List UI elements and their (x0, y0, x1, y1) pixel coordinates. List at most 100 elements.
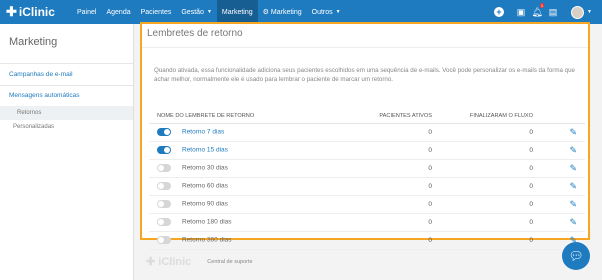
finished-flow-cell: 0 (432, 141, 533, 160)
nav-gestao[interactable]: Gestão ▼ (176, 0, 217, 24)
table-row: Retorno 7 dias 0 0 ✎ (149, 123, 585, 142)
top-navbar: ✚ iClinic Painel Agenda Pacientes Gestão… (0, 0, 602, 24)
edit-cell: ✎ (533, 123, 585, 142)
finished-flow-cell: 0 (432, 123, 533, 142)
pencil-icon[interactable]: ✎ (569, 127, 577, 137)
reminder-toggle[interactable] (157, 146, 171, 154)
pencil-icon[interactable]: ✎ (569, 163, 577, 173)
edit-cell: ✎ (533, 195, 585, 214)
brand-logo[interactable]: ✚ iClinic (6, 4, 72, 20)
reminder-name[interactable]: Retorno 30 dias (182, 165, 228, 172)
column-header-active: PACIENTES ATIVOS (345, 110, 432, 124)
reminder-name[interactable]: Retorno 90 dias (182, 201, 228, 208)
nav-marketing[interactable]: Marketing (216, 0, 258, 24)
reminder-name-cell[interactable]: Retorno 7 dias (149, 123, 345, 142)
chat-bubble-icon: 💬︎ (568, 249, 584, 263)
table-row: Retorno 360 dias 0 0 ✎ (149, 231, 585, 250)
chat-icon: ▤ (548, 6, 558, 17)
chevron-down-icon: ▼ (206, 9, 212, 15)
gift-button[interactable]: ▣ (513, 0, 529, 24)
reminder-name-cell[interactable]: Retorno 360 dias (149, 231, 345, 250)
sidebar-item-email-campaigns[interactable]: Campanhas de e-mail (0, 64, 133, 86)
nav-label: Gestão (181, 8, 204, 16)
reminder-name[interactable]: Retorno 60 dias (182, 183, 228, 190)
edit-cell: ✎ (533, 141, 585, 160)
footer-logo: ✚ iClinic (146, 256, 192, 268)
chevron-down-icon[interactable]: ▼ (587, 9, 592, 15)
logo-plus-icon: ✚ (6, 4, 17, 19)
support-link[interactable]: Central de suporte (207, 259, 252, 265)
active-patients-cell: 0 (345, 231, 432, 250)
pencil-icon[interactable]: ✎ (569, 217, 577, 227)
reminder-name-cell[interactable]: Retorno 90 dias (149, 195, 345, 214)
pencil-icon[interactable]: ✎ (569, 145, 577, 155)
gift-icon: ▣ (516, 6, 526, 17)
finished-flow-cell: 0 (432, 231, 533, 250)
reminders-table: NOME DO LEMBRETE DE RETORNO PACIENTES AT… (149, 110, 585, 250)
reminder-toggle[interactable] (157, 236, 171, 244)
description-text: Quando ativada, essa funcionalidade adic… (154, 67, 576, 83)
sidebar-subitem-retornos[interactable]: Retornos (0, 106, 133, 120)
bell-icon: 🔔︎ (531, 6, 543, 17)
active-patients-cell: 0 (345, 123, 432, 142)
reminder-toggle[interactable] (157, 164, 171, 172)
reminder-name[interactable]: Retorno 15 dias (182, 147, 228, 154)
nav-outros[interactable]: Outros ▼ (307, 0, 346, 24)
gear-icon: ⚙ (262, 9, 269, 16)
reminder-toggle[interactable] (157, 182, 171, 190)
nav-marketing-settings[interactable]: ⚙ Marketing (258, 0, 307, 24)
nav-pacientes[interactable]: Pacientes (136, 0, 177, 24)
sidebar-title: Marketing (0, 24, 133, 64)
column-header-finished: FINALIZARAM O FLUXO (432, 110, 533, 124)
table-row: Retorno 180 dias 0 0 ✎ (149, 213, 585, 232)
chat-button[interactable]: 💬︎ (562, 242, 590, 270)
nav-agenda[interactable]: Agenda (101, 0, 135, 24)
table-row: Retorno 60 dias 0 0 ✎ (149, 177, 585, 196)
reminder-name-cell[interactable]: Retorno 180 dias (149, 213, 345, 232)
nav-label: Outros (311, 8, 333, 16)
reminder-toggle[interactable] (157, 128, 171, 136)
reminder-name-cell[interactable]: Retorno 30 dias (149, 159, 345, 178)
page-title: Lembretes de retorno (142, 24, 588, 48)
return-reminders-panel: Lembretes de retorno Quando ativada, ess… (140, 22, 590, 250)
edit-cell: ✎ (533, 213, 585, 232)
sidebar-subitem-personalizadas[interactable]: Personalizadas (0, 120, 133, 134)
reminder-toggle[interactable] (157, 200, 171, 208)
finished-flow-cell: 0 (432, 213, 533, 232)
column-header-name: NOME DO LEMBRETE DE RETORNO (149, 110, 345, 124)
nav-label: Marketing (221, 8, 253, 16)
sidebar-item-automatic-messages[interactable]: Mensagens automáticas (0, 86, 133, 106)
active-patients-cell: 0 (345, 195, 432, 214)
edit-cell: ✎ (533, 159, 585, 178)
nav-right-actions: + ▣ 🔔︎ 1 ▤ ▼ (491, 0, 602, 24)
footer-logo-text: iClinic (158, 256, 192, 268)
active-patients-cell: 0 (345, 177, 432, 196)
messages-button[interactable]: ▤ (545, 0, 561, 24)
active-patients-cell: 0 (345, 159, 432, 178)
footer: ✚ iClinic Central de suporte (146, 255, 253, 268)
nav-painel[interactable]: Painel (72, 0, 101, 24)
pencil-icon[interactable]: ✎ (569, 181, 577, 191)
reminder-name-cell[interactable]: Retorno 15 dias (149, 141, 345, 160)
notifications-button[interactable]: 🔔︎ 1 (529, 0, 545, 24)
reminder-name[interactable]: Retorno 180 dias (182, 219, 232, 226)
nav-label: Painel (77, 8, 97, 16)
notification-badge: 1 (539, 3, 545, 8)
reminder-name-cell[interactable]: Retorno 60 dias (149, 177, 345, 196)
reminder-name[interactable]: Retorno 7 dias (182, 129, 224, 136)
nav-label: Agenda (106, 8, 131, 16)
reminder-name[interactable]: Retorno 360 dias (182, 237, 232, 244)
avatar[interactable] (571, 5, 585, 19)
plus-circle-icon: + (494, 7, 505, 17)
sidebar: Marketing Campanhas de e-mail Mensagens … (0, 24, 134, 280)
nav-label: Marketing (270, 8, 302, 16)
active-patients-cell: 0 (345, 213, 432, 232)
finished-flow-cell: 0 (432, 177, 533, 196)
finished-flow-cell: 0 (432, 159, 533, 178)
table-row: Retorno 30 dias 0 0 ✎ (149, 159, 585, 178)
pencil-icon[interactable]: ✎ (569, 199, 577, 209)
table-header-row: NOME DO LEMBRETE DE RETORNO PACIENTES AT… (149, 110, 585, 124)
reminder-toggle[interactable] (157, 218, 171, 226)
table-row: Retorno 90 dias 0 0 ✎ (149, 195, 585, 214)
add-button[interactable]: + (491, 0, 507, 24)
